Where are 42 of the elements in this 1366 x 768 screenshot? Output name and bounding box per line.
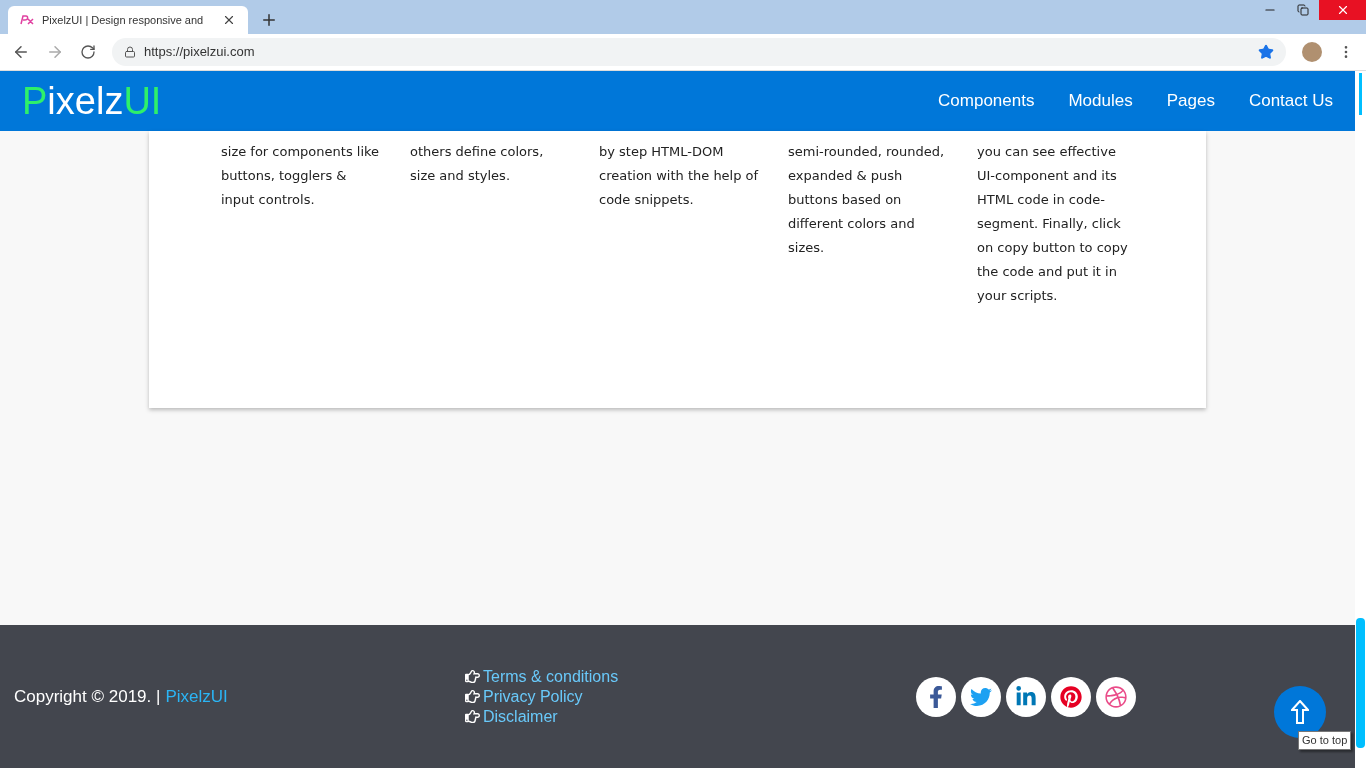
logo[interactable]: PixelzUI [22,82,162,120]
feature-description: by step HTML-DOM creation with the help of code snippets. [599,143,759,209]
feature-description: size for components like buttons, togglers & input controls. [221,143,381,209]
social-button[interactable] [961,676,1001,717]
dribbble-icon [1105,685,1127,708]
nav-link[interactable]: Modules [1068,88,1133,114]
browser-tab[interactable]: PixelzUI | Design responsive and [8,6,248,34]
bookmark-star-icon[interactable] [1258,44,1274,60]
pointing-hand-icon [465,689,480,704]
new-tab-icon[interactable] [260,11,278,29]
favicon-icon [20,15,34,25]
twitter-icon [970,685,992,708]
pinterest-icon [1060,685,1082,708]
social-button[interactable] [916,676,956,717]
feature-description: you can see effective UI-component and its HTML code in code-segment. Finally, click on copy button to copy the code and put it in your scripts. [977,143,1129,305]
reload-icon[interactable] [80,44,96,60]
feature-description: others define colors, size and styles. [410,143,545,185]
social-button[interactable] [1051,676,1091,717]
url-text: https://pixelzui.com [144,43,256,62]
up-arrow-icon [1291,700,1309,724]
feature-description: semi-rounded, rounded, expanded & push buttons based on different colors and sizes. [788,143,946,257]
scrollbar-top-thumb[interactable] [1359,73,1362,115]
tooltip: Go to top [1298,731,1352,750]
pointing-hand-icon [465,709,480,724]
copyright-text: Copyright © 2019. | [14,685,161,708]
social-button[interactable] [1096,676,1136,717]
address-bar[interactable]: https://pixelzui.com [112,38,1286,66]
profile-avatar[interactable] [1302,42,1322,62]
tab-title: PixelzUI | Design responsive and [42,12,205,28]
close-icon[interactable] [222,13,236,27]
back-icon[interactable] [12,43,30,61]
social-button[interactable] [1006,676,1046,717]
nav-link[interactable]: Contact Us [1248,88,1333,114]
go-to-top-button[interactable] [1274,686,1326,738]
pointing-hand-icon [465,669,480,684]
brand-link[interactable]: PixelzUI [165,683,228,710]
restore-icon[interactable] [1297,4,1309,16]
lock-icon [124,46,136,58]
scrollbar-thumb[interactable] [1356,618,1365,748]
nav-link[interactable]: Pages [1166,88,1215,114]
nav-link[interactable]: Components [938,88,1035,114]
linkedin-icon [1015,685,1037,708]
